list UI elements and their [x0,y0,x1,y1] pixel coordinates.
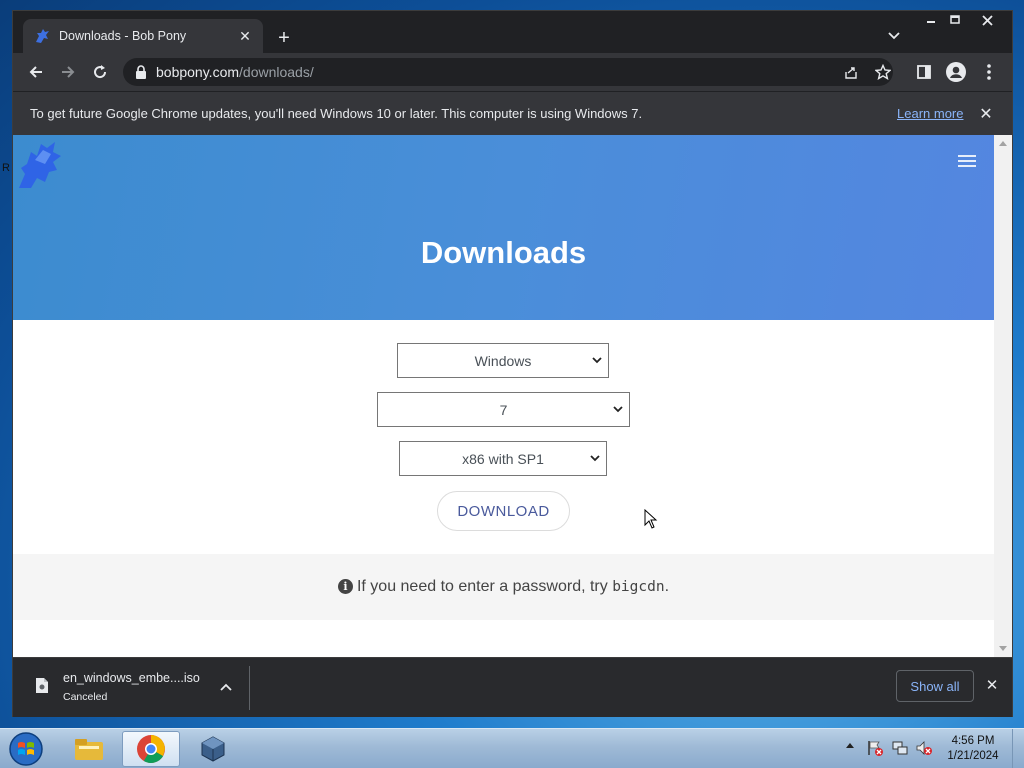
volume-muted-icon[interactable] [915,739,933,757]
chevron-down-icon [590,455,600,462]
chevron-up-icon[interactable] [216,677,236,697]
taskbar-explorer-icon[interactable] [60,731,118,767]
show-all-button[interactable]: Show all [896,670,974,702]
back-arrow-icon[interactable] [23,59,49,85]
password-code: bigcdn [612,579,665,595]
close-window-button[interactable] [971,11,1003,29]
infobar-close-icon[interactable]: ✕ [975,103,997,125]
download-status: Canceled [63,691,108,703]
bookmark-star-icon[interactable] [873,62,893,82]
reload-icon[interactable] [87,59,113,85]
url-text: bobpony.com/downloads/ [156,64,314,80]
download-button[interactable]: DOWNLOAD [437,491,570,531]
edition-select[interactable]: x86 with SP1 [399,441,607,476]
share-icon[interactable] [841,62,861,82]
forward-arrow-icon[interactable] [55,59,81,85]
version-select[interactable]: 7 [377,392,630,427]
tray-expand-icon[interactable] [846,743,854,748]
hamburger-menu-icon[interactable] [958,155,976,169]
taskbar-chrome-icon[interactable] [122,731,180,767]
taskbar-virtualbox-icon[interactable] [184,731,242,767]
page-scrollbar[interactable] [994,135,1012,657]
download-file-name[interactable]: en_windows_embe....iso [63,671,200,685]
update-infobar: To get future Google Chrome updates, you… [13,91,1012,135]
tab-close-icon[interactable]: ✕ [233,24,257,48]
new-tab-button[interactable]: + [271,25,297,51]
kebab-menu-icon[interactable] [978,61,1000,83]
password-hint-band: i If you need to enter a password, try bi… [13,554,994,620]
chevron-down-icon [592,357,602,364]
os-select[interactable]: Windows [397,343,609,378]
page-title: Downloads [420,235,587,270]
address-bar[interactable]: bobpony.com/downloads/ [123,58,893,86]
download-divider [249,666,250,710]
mouse-cursor-icon [644,509,658,529]
chrome-window: Downloads - Bob Pony ✕ + bobpony.com/dow… [12,10,1013,717]
tab-search-chevron-icon[interactable] [883,25,905,47]
side-panel-icon[interactable] [913,61,935,83]
maximize-button[interactable] [939,11,971,29]
desktop-edge-text: R [2,162,10,174]
action-center-flag-icon[interactable] [866,739,884,757]
windows-start-orb-icon[interactable] [6,731,46,767]
download-shelf-close-icon[interactable]: ✕ [981,674,1003,696]
tab-downloads[interactable]: Downloads - Bob Pony ✕ [23,19,263,53]
network-icon[interactable] [891,739,909,757]
password-hint: i If you need to enter a password, try bi… [13,578,994,596]
page-viewport: Downloads Windows 7 x86 with SP1 DOWNLOA… [13,135,994,657]
show-desktop-button[interactable] [1012,729,1024,768]
scroll-up-icon[interactable] [999,141,1007,146]
scroll-down-icon[interactable] [999,646,1007,651]
download-shelf: en_windows_embe....iso Canceled Show all… [13,657,1012,717]
browser-toolbar: bobpony.com/downloads/ [13,53,1012,91]
bob-pony-logo-icon[interactable] [15,138,63,190]
lock-icon [136,65,146,79]
learn-more-link[interactable]: Learn more [897,106,963,121]
info-circle-icon: i [337,579,353,594]
windows-taskbar: 4:56 PM 1/21/2024 [0,728,1024,768]
hero-banner: Downloads [13,135,994,320]
taskbar-clock[interactable]: 4:56 PM 1/21/2024 [940,734,1006,764]
file-icon [36,678,48,693]
title-bar: Downloads - Bob Pony ✕ + [13,11,1012,53]
pony-favicon-icon [36,29,49,43]
tab-title: Downloads - Bob Pony [59,29,187,43]
profile-avatar-icon[interactable] [945,61,967,83]
chevron-down-icon [613,406,623,413]
infobar-message: To get future Google Chrome updates, you… [30,106,643,121]
